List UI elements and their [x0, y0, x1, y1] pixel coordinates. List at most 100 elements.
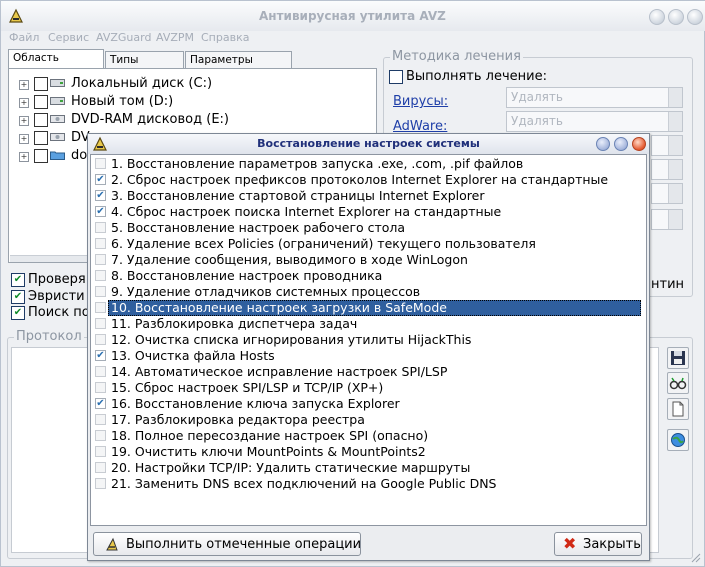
operation-item[interactable]: 12. Очистка списка игнорирования утилиты… — [91, 332, 646, 348]
operation-item[interactable]: 19. Очистить ключи MountPoints & MountPo… — [91, 444, 646, 460]
option-checkbox[interactable]: ✔ — [11, 273, 25, 287]
expand-icon[interactable]: + — [19, 98, 29, 108]
operation-item[interactable]: ✔ 13. Очистка файла Hosts — [91, 348, 646, 364]
operation-item[interactable]: 20. Настройки TCP/IP: Удалить статически… — [91, 460, 646, 476]
operation-checkbox[interactable] — [95, 430, 106, 441]
close-main-button[interactable] — [687, 9, 703, 25]
operation-checkbox[interactable]: ✔ — [95, 174, 106, 185]
tab-search-params[interactable]: Параметры поиска — [185, 51, 292, 83]
menu-file[interactable]: Файл — [9, 31, 39, 44]
chevron-down-icon[interactable] — [668, 112, 682, 131]
expand-icon[interactable]: + — [19, 116, 29, 126]
tree-row-drive-c[interactable]: + Локальный диск (C:) — [9, 75, 309, 93]
tab-file-types[interactable]: Типы файлов — [105, 51, 184, 83]
operation-checkbox[interactable] — [95, 462, 106, 473]
operation-checkbox[interactable] — [95, 270, 106, 281]
operation-checkbox[interactable]: ✔ — [95, 398, 106, 409]
network-button[interactable] — [667, 429, 689, 451]
operation-item[interactable]: 10. Восстановление настроек загрузки в S… — [91, 300, 646, 316]
operation-checkbox[interactable] — [95, 382, 106, 393]
operation-checkbox[interactable] — [95, 222, 106, 233]
operation-checkbox[interactable] — [95, 334, 106, 345]
expand-icon[interactable]: + — [19, 134, 29, 144]
operation-checkbox[interactable] — [95, 446, 106, 457]
operation-item[interactable]: 7. Удаление сообщения, выводимого в ходе… — [91, 252, 646, 268]
dvd-drive-icon — [50, 133, 65, 141]
operation-item[interactable]: 21. Заменить DNS всех подключений на Goo… — [91, 476, 646, 492]
menu-avzguard[interactable]: AVZGuard — [96, 31, 151, 44]
operation-checkbox[interactable] — [95, 318, 106, 329]
operation-item[interactable]: ✔ 2. Сброс настроек префиксов протоколов … — [91, 172, 646, 188]
dialog-minimize-button[interactable] — [596, 137, 610, 151]
operation-checkbox[interactable]: ✔ — [95, 190, 106, 201]
view-button[interactable] — [667, 372, 689, 394]
operation-item[interactable]: 8. Восстановление настроек проводника — [91, 268, 646, 284]
tree-row-drive-d[interactable]: + Новый том (D:) — [9, 93, 309, 111]
drive-checkbox[interactable] — [34, 149, 48, 163]
viruses-combo[interactable]: Удалять — [506, 87, 683, 108]
operation-checkbox[interactable] — [95, 302, 106, 313]
viruses-link[interactable]: Вирусы: — [393, 94, 448, 109]
expand-icon[interactable]: + — [19, 80, 29, 90]
combo-partial-4[interactable] — [651, 209, 683, 230]
operation-checkbox[interactable]: ✔ — [95, 206, 106, 217]
chevron-down-icon[interactable] — [668, 136, 682, 155]
clear-log-button[interactable] — [667, 398, 689, 420]
operation-item[interactable]: 9. Удаление отладчиков системных процесс… — [91, 284, 646, 300]
operation-checkbox[interactable] — [95, 254, 106, 265]
chevron-down-icon[interactable] — [668, 88, 682, 107]
resize-grip-icon[interactable] — [689, 551, 701, 563]
operation-item[interactable]: 14. Автоматическое исправление настроек … — [91, 364, 646, 380]
dialog-title-bar[interactable]: Восстановление настроек системы — [88, 134, 649, 154]
operation-label: 12. Очистка списка игнорирования утилиты… — [111, 332, 472, 347]
operation-checkbox[interactable] — [95, 366, 106, 377]
combo-partial-2[interactable] — [651, 159, 683, 180]
combo-partial-1[interactable] — [651, 135, 683, 156]
operation-checkbox[interactable] — [95, 158, 106, 169]
operation-checkbox[interactable] — [95, 478, 106, 489]
operation-item[interactable]: 5. Восстановление настроек рабочего стол… — [91, 220, 646, 236]
tree-row-drive-e[interactable]: + DVD-RAM дисковод (E:) — [9, 111, 309, 129]
drive-checkbox[interactable] — [34, 131, 48, 145]
operation-label: 10. Восстановление настроек загрузки в S… — [108, 300, 641, 316]
dialog-maximize-button[interactable] — [614, 137, 628, 151]
combo-partial-3[interactable] — [651, 183, 683, 204]
maximize-button[interactable] — [668, 9, 684, 25]
drive-checkbox[interactable] — [34, 95, 48, 109]
operation-item[interactable]: 15. Сброс настроек SPI/LSP и TCP/IP (XP+… — [91, 380, 646, 396]
tab-search-area[interactable]: Область поиска — [8, 49, 104, 81]
drive-checkbox[interactable] — [34, 77, 48, 91]
option-checkbox[interactable]: ✔ — [11, 306, 25, 320]
operation-item[interactable]: 18. Полное пересоздание настроек SPI (оп… — [91, 428, 646, 444]
operation-checkbox[interactable] — [95, 414, 106, 425]
operation-item[interactable]: ✔ 3. Восстановление стартовой страницы In… — [91, 188, 646, 204]
menu-avzpm[interactable]: AVZPM — [156, 31, 194, 44]
drive-checkbox[interactable] — [34, 113, 48, 127]
close-dialog-label: Закрыть — [583, 537, 641, 552]
dialog-close-button[interactable] — [632, 137, 646, 151]
operation-checkbox[interactable] — [95, 286, 106, 297]
option-checkbox[interactable]: ✔ — [11, 290, 25, 304]
minimize-button[interactable] — [649, 9, 665, 25]
operation-checkbox[interactable] — [95, 238, 106, 249]
menu-service[interactable]: Сервис — [48, 31, 89, 44]
operation-item[interactable]: 6. Удаление всех Policies (ограничений) … — [91, 236, 646, 252]
chevron-down-icon[interactable] — [668, 210, 682, 229]
operation-item[interactable]: 1. Восстановление параметров запуска .ex… — [91, 156, 646, 172]
operation-item[interactable]: ✔ 4. Сброс настроек поиска Internet Explo… — [91, 204, 646, 220]
perform-treatment-checkbox[interactable]: ✔ — [389, 70, 403, 84]
chevron-down-icon[interactable] — [668, 160, 682, 179]
adware-link[interactable]: AdWare: — [393, 119, 447, 134]
operation-checkbox[interactable]: ✔ — [95, 350, 106, 361]
run-operations-button[interactable]: Выполнить отмеченные операции — [93, 532, 361, 556]
expand-icon[interactable]: + — [19, 152, 29, 162]
operation-item[interactable]: ✔ 16. Восстановление ключа запуска Explor… — [91, 396, 646, 412]
adware-combo[interactable]: Удалять — [506, 111, 683, 132]
operation-item[interactable]: 17. Разблокировка редактора реестра — [91, 412, 646, 428]
hard-drive-icon — [50, 79, 65, 87]
chevron-down-icon[interactable] — [668, 184, 682, 203]
menu-help[interactable]: Справка — [201, 31, 249, 44]
save-log-button[interactable] — [667, 347, 689, 369]
close-dialog-button[interactable]: ✖ Закрыть — [554, 532, 642, 556]
operation-item[interactable]: 11. Разблокировка диспетчера задач — [91, 316, 646, 332]
